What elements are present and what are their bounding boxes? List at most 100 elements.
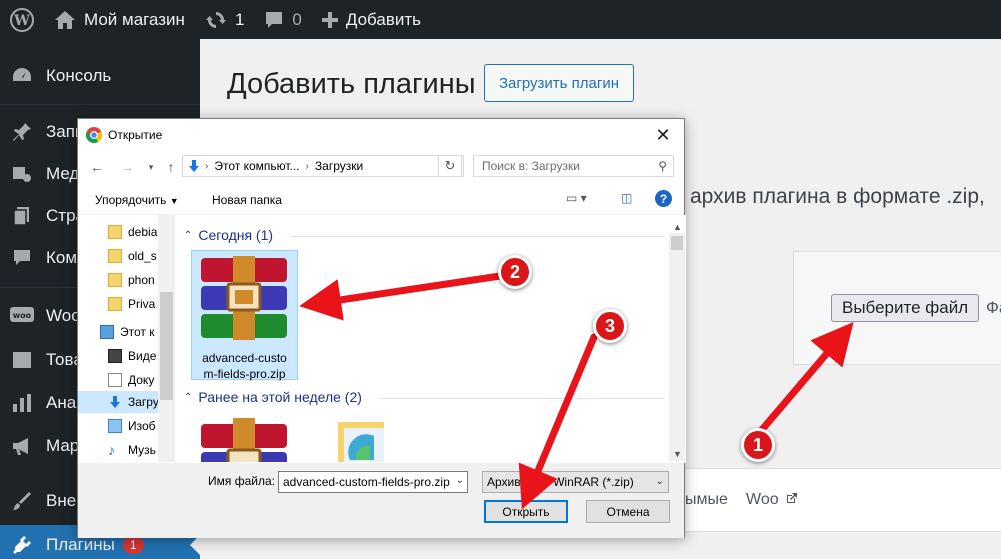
plugin-filter-bar [685,468,1001,532]
dialog-title: Открытие [108,128,163,142]
filetype-value: Архив ZIP - WinRAR (*.zip) [487,475,634,489]
chrome-icon [86,127,102,143]
preview-pane-icon[interactable]: ◫ [621,191,632,205]
products-icon [10,348,34,372]
media-icon [10,162,34,186]
nav-item-label: old_s [128,249,157,263]
appearance-icon [10,489,34,513]
up-arrow-icon[interactable]: ↑ [162,158,180,176]
folder-icon [108,297,122,311]
files-scrollbar-thumb[interactable] [671,236,683,250]
site-name: Мой магазин [84,9,185,29]
file-name-line: advanced-custo [202,351,287,365]
pages-icon [10,204,34,228]
comments-link[interactable]: 0 [254,0,311,39]
search-placeholder: Поиск в: Загрузки [482,159,580,173]
nav-item-label: Этот к [120,325,155,339]
nav-item-label: debia [128,225,158,239]
page-title: Добавить плагины [227,68,476,100]
open-button[interactable]: Открыть [484,500,568,523]
document-icon [108,373,122,387]
site-name-link[interactable]: Мой магазин [44,0,195,39]
organize-button[interactable]: Упорядочить ▼ [95,193,179,207]
music-note-icon: ♪ [108,442,115,458]
add-new-link[interactable]: Добавить [312,0,431,39]
wordpress-logo-icon[interactable]: W [0,0,44,39]
nav-item-label: Виде [128,349,157,363]
nav-item-label: Музь [128,443,156,457]
nav-scrollbar-thumb[interactable] [160,292,173,400]
search-input[interactable]: Поиск в: Загрузки ⚲ [473,155,674,177]
sidebar-item-dashboard[interactable]: Консоль [0,56,200,96]
filename-value: advanced-custom-fields-pro.zip [283,475,450,489]
updates-link[interactable]: 1 [195,0,254,39]
back-arrow-icon[interactable]: ← [88,158,106,176]
downloads-arrow-icon [189,160,199,172]
scroll-down-icon[interactable]: ▼ [673,449,682,459]
sidebar-item-label: Консоль [46,66,112,85]
breadcrumb-separator-icon: › [205,160,209,172]
chevron-down-icon[interactable]: ⌄ [456,475,464,486]
active-menu-arrow [190,535,200,555]
new-folder-button[interactable]: Новая папка [212,193,282,207]
downloads-arrow-icon [108,395,122,409]
tab-woo[interactable]: Woo [746,491,798,509]
plugins-update-badge: 1 [122,536,144,554]
plugins-icon [10,533,34,557]
address-bar[interactable]: › Этот компьют... › Загрузки [182,155,464,177]
files-scrollbar[interactable] [669,233,685,461]
breadcrumb-this-pc[interactable]: Этот компьют... [214,159,299,173]
help-icon[interactable]: ? [655,190,672,207]
dashboard-icon [10,64,34,88]
add-new-label: Добавить [345,9,422,29]
updates-count: 1 [234,9,245,29]
tab-popular[interactable]: ымые [685,491,728,509]
file-name: advanced-custo m-fields-pro.zip [192,350,297,382]
nav-item-label: Доку [128,373,155,387]
refresh-icon[interactable]: ↻ [438,155,462,177]
chevron-down-icon: ⌄ [655,476,664,487]
sidebar-item-label: Мед [46,164,80,183]
step-marker-3: 3 [593,309,627,343]
winrar-archive-icon [201,256,287,340]
filetype-select[interactable]: Архив ZIP - WinRAR (*.zip) ⌄ [482,471,669,493]
dialog-nav-row: ← → ▾ ↑ › Этот компьют... › Загрузки ↻ П… [78,151,684,185]
filename-label: Имя файла: [208,474,275,488]
organize-label: Упорядочить [95,193,167,207]
sidebar-item-label: Мар [46,436,80,455]
close-icon[interactable]: ✕ [648,123,678,147]
dialog-titlebar[interactable]: Открытие ✕ [78,119,684,151]
home-icon [55,10,75,29]
file-name-line: m-fields-pro.zip [203,367,286,381]
plus-icon [321,11,338,28]
breadcrumb-separator-icon: › [305,160,309,172]
step-marker-2: 2 [498,255,532,289]
recent-chevron-icon[interactable]: ▾ [142,158,160,176]
sidebar-item-label: Плагины [46,535,115,554]
upload-plugin-button[interactable]: Загрузить плагин [484,64,635,102]
svg-text:W: W [13,13,30,29]
group-header-today[interactable]: ⌃ Сегодня (1) [184,227,273,243]
chevron-down-icon: ▼ [169,196,179,206]
tab-woo-label: Woo [746,491,779,508]
sidebar-item-label: Внеі [46,491,80,510]
no-file-text: Фа [986,298,1001,317]
view-options-icon[interactable]: ▭ ▾ [566,191,587,205]
computer-icon [100,325,114,339]
scroll-up-icon[interactable]: ▲ [673,222,682,232]
breadcrumb-downloads[interactable]: Загрузки [315,159,363,173]
woo-icon: woo [10,304,34,328]
forward-arrow-icon[interactable]: → [118,158,136,176]
external-link-icon [787,493,798,503]
winrar-archive-icon [201,418,287,462]
chevron-up-icon: ⌃ [184,229,193,241]
comments-icon [10,246,34,270]
filename-input[interactable]: advanced-custom-fields-pro.zip ⌄ [278,471,468,493]
choose-file-button[interactable]: Выберите файл [831,294,980,322]
cancel-button[interactable]: Отмена [586,500,670,523]
sidebar-item-label: Ана [46,393,77,412]
group-header-earlier-this-week[interactable]: ⌃ Ранее на этой неделе (2) [184,389,362,405]
updates-icon [205,11,226,28]
image-file-icon [338,422,384,462]
sidebar-item-label: Woo [46,306,81,325]
